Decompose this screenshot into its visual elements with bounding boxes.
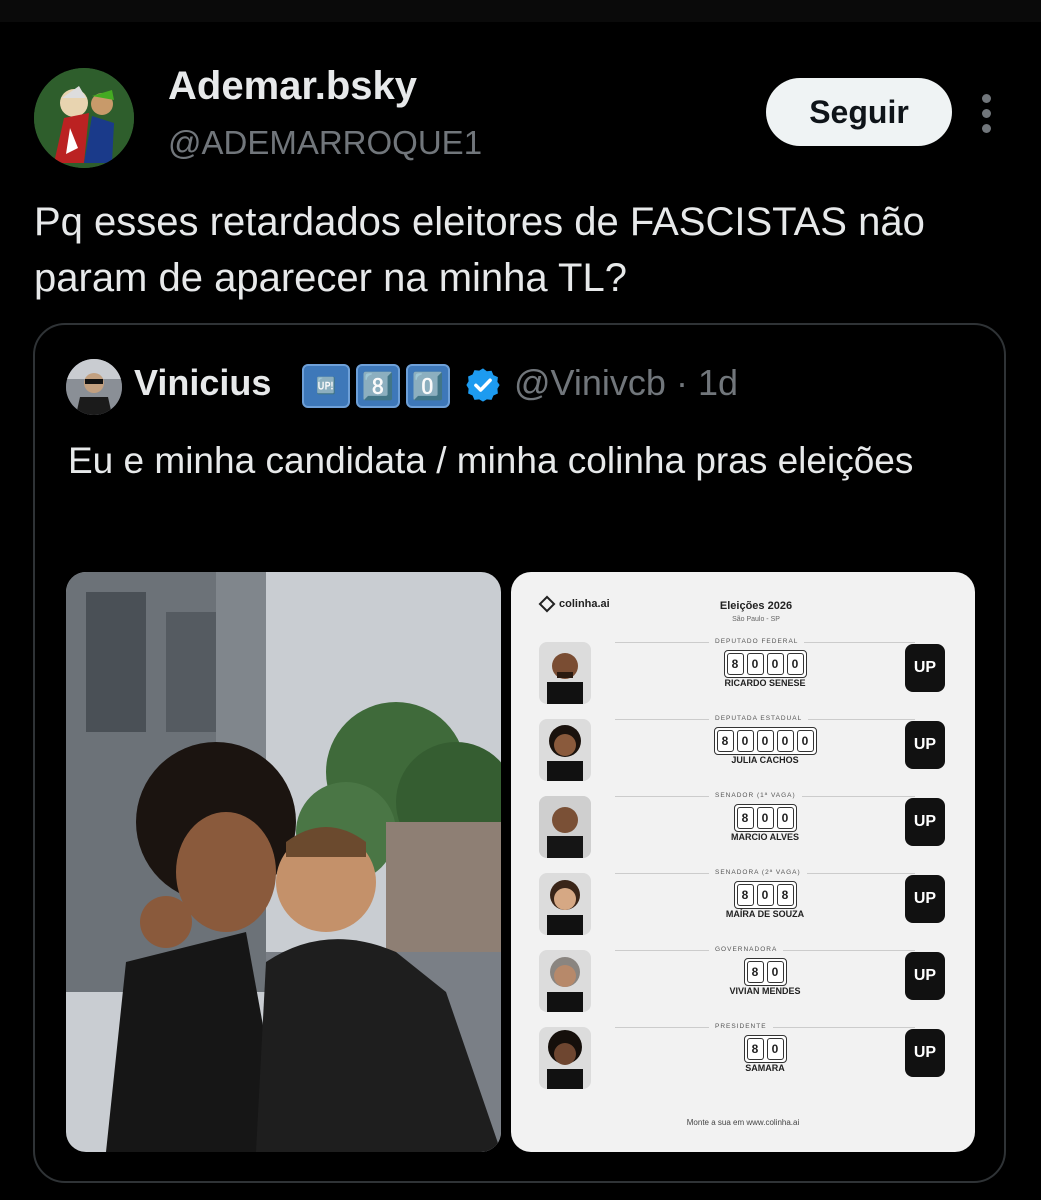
candidate-name: MAÍRA DE SOUZA <box>725 909 805 919</box>
number-digit: 0 <box>786 653 804 675</box>
number-digit: 8 <box>716 730 734 752</box>
number-digit: 0 <box>756 884 774 906</box>
number-digit: 0 <box>796 730 814 752</box>
quoted-handle-time[interactable]: @Vinivcb · 1d <box>514 362 738 404</box>
digit-0-badge: 0️⃣ <box>406 364 450 408</box>
selfie-photo[interactable] <box>66 572 501 1152</box>
candidate-name: VIVIAN MENDES <box>729 986 801 996</box>
colinha-logo: colinha.ai <box>538 595 610 613</box>
candidate-row: DEPUTADO FEDERAL 8 0 0 0 RICARDO SENESE … <box>525 638 961 706</box>
candidate-photo <box>539 1027 591 1089</box>
party-logo: UP <box>905 875 945 923</box>
author-avatar[interactable] <box>34 68 134 168</box>
quoted-author-avatar[interactable] <box>66 359 122 415</box>
candidate-number: 8 0 8 <box>615 881 915 909</box>
more-options-icon[interactable] <box>976 92 996 136</box>
candidate-photo <box>539 642 591 704</box>
top-strip <box>0 0 1041 22</box>
quoted-display-name[interactable]: Vinicius <box>134 362 271 404</box>
candidate-row: SENADOR (1ª VAGA) 8 0 0 MARCIO ALVES UP <box>525 792 961 860</box>
slate-subtitle: São Paulo - SP <box>732 616 780 623</box>
follow-button[interactable]: Seguir <box>766 78 952 146</box>
number-digit: 8 <box>746 961 764 983</box>
candidate-photo <box>539 796 591 858</box>
candidate-number: 8 0 0 0 <box>615 650 915 678</box>
office-label: GOVERNADORA <box>709 946 784 953</box>
slate-footer: Monte a sua em www.colinha.ai <box>686 1118 800 1127</box>
number-digit: 0 <box>776 730 794 752</box>
candidate-name: MARCIO ALVES <box>730 832 799 842</box>
party-logo: UP <box>905 798 945 846</box>
number-digit: 0 <box>766 653 784 675</box>
candidate-number: 8 0 0 <box>615 804 915 832</box>
candidate-photo <box>539 719 591 781</box>
diamond-icon <box>538 595 556 613</box>
office-label: DEPUTADO FEDERAL <box>709 638 805 645</box>
number-digit: 0 <box>736 730 754 752</box>
candidate-name: SAMARA <box>745 1063 785 1073</box>
office-label: SENADORA (2ª VAGA) <box>709 869 807 876</box>
digit-8-badge: 8️⃣ <box>356 364 400 408</box>
party-logo: UP <box>905 1029 945 1077</box>
office-label: SENADOR (1ª VAGA) <box>709 792 802 799</box>
party-logo: UP <box>905 644 945 692</box>
author-handle[interactable]: @ADEMARROQUE1 <box>168 124 482 162</box>
number-digit: 0 <box>756 807 774 829</box>
number-digit: 0 <box>776 807 794 829</box>
candidate-number: 8 0 <box>615 958 915 986</box>
voting-slate-image[interactable]: colinha.ai Eleições 2026 São Paulo - SP … <box>511 572 975 1152</box>
quoted-post-text: Eu e minha candidata / minha colinha pra… <box>68 440 914 481</box>
candidate-row: PRESIDENTE 8 0 SAMARA UP <box>525 1023 961 1091</box>
slate-title: Eleições 2026 <box>719 600 793 612</box>
number-digit: 0 <box>766 961 784 983</box>
candidate-name: RICARDO SENESE <box>724 678 806 688</box>
author-display-name[interactable]: Ademar.bsky <box>168 64 417 109</box>
candidate-row: SENADORA (2ª VAGA) 8 0 8 MAÍRA DE SOUZA … <box>525 869 961 937</box>
party-logo: UP <box>905 952 945 1000</box>
verified-icon <box>464 366 502 404</box>
number-digit: 0 <box>766 1038 784 1060</box>
number-digit: 8 <box>736 884 754 906</box>
candidate-name: JULIA CACHOS <box>731 755 799 765</box>
candidate-photo <box>539 950 591 1012</box>
post-text: Pq esses retardados eleitores de FASCIST… <box>34 200 925 300</box>
number-digit: 8 <box>746 1038 764 1060</box>
number-digit: 8 <box>776 884 794 906</box>
up-badge: 🆙 <box>302 364 350 408</box>
colinha-logo-text: colinha.ai <box>559 598 610 610</box>
party-logo: UP <box>905 721 945 769</box>
candidate-number: 8 0 <box>615 1035 915 1063</box>
candidate-row: DEPUTADA ESTADUAL 8 0 0 0 0 JULIA CACHOS… <box>525 715 961 783</box>
candidate-row: GOVERNADORA 8 0 VIVIAN MENDES UP <box>525 946 961 1014</box>
number-digit: 0 <box>756 730 774 752</box>
candidate-photo <box>539 873 591 935</box>
office-label: DEPUTADA ESTADUAL <box>709 715 809 722</box>
candidate-number: 8 0 0 0 0 <box>615 727 915 755</box>
office-label: PRESIDENTE <box>709 1023 773 1030</box>
number-digit: 0 <box>746 653 764 675</box>
number-digit: 8 <box>726 653 744 675</box>
number-digit: 8 <box>736 807 754 829</box>
